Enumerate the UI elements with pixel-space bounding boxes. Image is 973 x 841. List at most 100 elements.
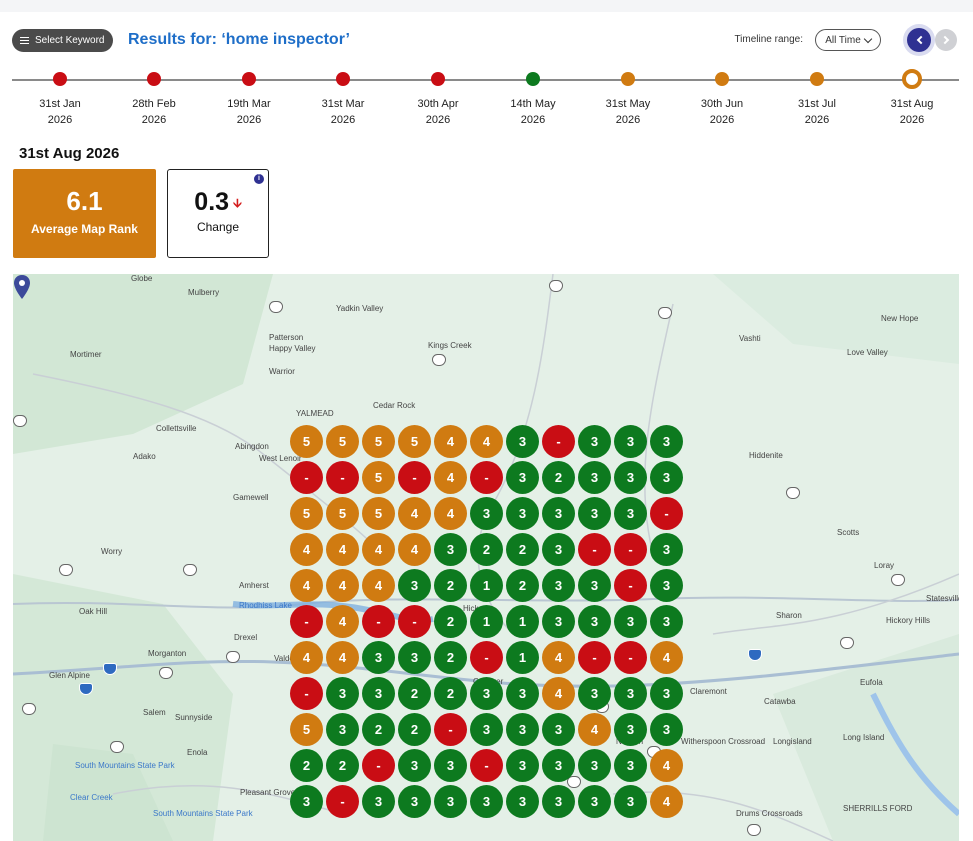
grid-rank-cell[interactable]: 3 bbox=[506, 677, 539, 710]
grid-rank-cell[interactable]: 3 bbox=[578, 569, 611, 602]
grid-rank-cell[interactable]: 5 bbox=[326, 497, 359, 530]
grid-rank-cell[interactable]: 3 bbox=[398, 641, 431, 674]
grid-rank-cell[interactable]: 3 bbox=[362, 785, 395, 818]
grid-rank-cell[interactable]: 3 bbox=[506, 497, 539, 530]
grid-rank-cell[interactable]: 2 bbox=[506, 533, 539, 566]
grid-rank-cell[interactable]: 4 bbox=[434, 461, 467, 494]
grid-rank-cell[interactable]: 4 bbox=[290, 533, 323, 566]
grid-rank-cell[interactable]: - bbox=[470, 641, 503, 674]
grid-rank-cell[interactable]: 4 bbox=[470, 425, 503, 458]
timeline-dot[interactable] bbox=[526, 72, 540, 86]
grid-rank-cell[interactable]: 4 bbox=[650, 785, 683, 818]
grid-rank-cell[interactable]: 4 bbox=[290, 569, 323, 602]
grid-rank-cell[interactable]: 3 bbox=[470, 713, 503, 746]
map-pin-icon[interactable] bbox=[13, 274, 31, 300]
grid-rank-cell[interactable]: 4 bbox=[434, 425, 467, 458]
grid-rank-cell[interactable]: 2 bbox=[470, 533, 503, 566]
grid-rank-cell[interactable]: 3 bbox=[542, 785, 575, 818]
timeline-point[interactable]: 31st Jan 2026 bbox=[20, 71, 100, 128]
grid-rank-cell[interactable]: 3 bbox=[290, 785, 323, 818]
grid-rank-cell[interactable]: 3 bbox=[398, 569, 431, 602]
timeline-dot[interactable] bbox=[336, 72, 350, 86]
grid-rank-cell[interactable]: 3 bbox=[470, 785, 503, 818]
grid-rank-cell[interactable]: - bbox=[578, 533, 611, 566]
grid-rank-cell[interactable]: - bbox=[470, 749, 503, 782]
grid-rank-cell[interactable]: 3 bbox=[506, 425, 539, 458]
grid-rank-cell[interactable]: 4 bbox=[434, 497, 467, 530]
grid-rank-cell[interactable]: 3 bbox=[506, 785, 539, 818]
grid-rank-cell[interactable]: 3 bbox=[578, 749, 611, 782]
grid-rank-cell[interactable]: 4 bbox=[650, 749, 683, 782]
grid-rank-cell[interactable]: 3 bbox=[506, 749, 539, 782]
grid-rank-cell[interactable]: 3 bbox=[506, 461, 539, 494]
grid-rank-cell[interactable]: - bbox=[362, 605, 395, 638]
grid-rank-cell[interactable]: 2 bbox=[326, 749, 359, 782]
grid-rank-cell[interactable]: 3 bbox=[650, 461, 683, 494]
grid-rank-cell[interactable]: 4 bbox=[326, 569, 359, 602]
grid-rank-cell[interactable]: 3 bbox=[578, 497, 611, 530]
grid-rank-cell[interactable]: 3 bbox=[542, 533, 575, 566]
grid-rank-cell[interactable]: - bbox=[290, 605, 323, 638]
grid-rank-cell[interactable]: 5 bbox=[290, 713, 323, 746]
grid-rank-cell[interactable]: 3 bbox=[578, 461, 611, 494]
grid-rank-cell[interactable]: 3 bbox=[542, 605, 575, 638]
grid-rank-cell[interactable]: 3 bbox=[614, 425, 647, 458]
timeline-point[interactable]: 31st Mar 2026 bbox=[303, 71, 383, 128]
grid-rank-cell[interactable]: 4 bbox=[398, 497, 431, 530]
timeline-dot[interactable] bbox=[431, 72, 445, 86]
next-date-button[interactable] bbox=[935, 29, 957, 51]
grid-rank-cell[interactable]: 3 bbox=[614, 461, 647, 494]
grid-rank-cell[interactable]: 3 bbox=[650, 425, 683, 458]
grid-rank-cell[interactable]: 3 bbox=[578, 425, 611, 458]
grid-rank-cell[interactable]: 5 bbox=[290, 425, 323, 458]
grid-rank-cell[interactable]: - bbox=[290, 677, 323, 710]
grid-rank-cell[interactable]: 2 bbox=[290, 749, 323, 782]
grid-rank-cell[interactable]: - bbox=[398, 461, 431, 494]
timeline-dot[interactable] bbox=[902, 69, 922, 89]
grid-rank-cell[interactable]: 3 bbox=[650, 533, 683, 566]
grid-rank-cell[interactable]: - bbox=[290, 461, 323, 494]
grid-rank-cell[interactable]: 5 bbox=[290, 497, 323, 530]
grid-rank-cell[interactable]: 3 bbox=[614, 605, 647, 638]
grid-rank-cell[interactable]: 4 bbox=[362, 569, 395, 602]
grid-rank-cell[interactable]: 3 bbox=[614, 497, 647, 530]
grid-rank-cell[interactable]: - bbox=[650, 497, 683, 530]
previous-date-button[interactable] bbox=[907, 28, 931, 52]
timeline-point[interactable]: 30th Jun 2026 bbox=[682, 71, 762, 128]
timeline-point[interactable]: 31st Jul 2026 bbox=[777, 71, 857, 128]
grid-rank-cell[interactable]: 4 bbox=[326, 641, 359, 674]
grid-rank-cell[interactable]: 3 bbox=[326, 677, 359, 710]
timeline-range-select[interactable]: All Time bbox=[815, 29, 881, 51]
grid-rank-cell[interactable]: 3 bbox=[650, 677, 683, 710]
timeline-point[interactable]: 31st May 2026 bbox=[588, 71, 668, 128]
grid-rank-cell[interactable]: 2 bbox=[434, 605, 467, 638]
grid-rank-cell[interactable]: 5 bbox=[398, 425, 431, 458]
grid-rank-cell[interactable]: - bbox=[470, 461, 503, 494]
grid-rank-cell[interactable]: - bbox=[362, 749, 395, 782]
grid-rank-cell[interactable]: 4 bbox=[326, 605, 359, 638]
timeline-dot[interactable] bbox=[810, 72, 824, 86]
grid-rank-cell[interactable]: 3 bbox=[578, 605, 611, 638]
grid-rank-cell[interactable]: 1 bbox=[470, 569, 503, 602]
grid-rank-cell[interactable]: - bbox=[614, 641, 647, 674]
grid-rank-cell[interactable]: 3 bbox=[578, 785, 611, 818]
grid-rank-cell[interactable]: - bbox=[326, 461, 359, 494]
grid-rank-cell[interactable]: - bbox=[578, 641, 611, 674]
grid-rank-cell[interactable]: - bbox=[614, 569, 647, 602]
timeline-dot[interactable] bbox=[53, 72, 67, 86]
grid-rank-cell[interactable]: 3 bbox=[470, 497, 503, 530]
timeline-point[interactable]: 28th Feb 2026 bbox=[114, 71, 194, 128]
grid-rank-cell[interactable]: 1 bbox=[506, 641, 539, 674]
grid-rank-cell[interactable]: 3 bbox=[614, 713, 647, 746]
select-keyword-button[interactable]: Select Keyword bbox=[12, 29, 114, 52]
grid-rank-cell[interactable]: 3 bbox=[650, 713, 683, 746]
grid-rank-cell[interactable]: 2 bbox=[362, 713, 395, 746]
timeline-dot[interactable] bbox=[715, 72, 729, 86]
grid-rank-cell[interactable]: 4 bbox=[398, 533, 431, 566]
grid-rank-cell[interactable]: 3 bbox=[398, 749, 431, 782]
info-icon[interactable]: i bbox=[254, 174, 264, 184]
grid-rank-cell[interactable]: - bbox=[542, 425, 575, 458]
grid-rank-cell[interactable]: 2 bbox=[398, 713, 431, 746]
grid-rank-cell[interactable]: 5 bbox=[362, 461, 395, 494]
grid-rank-cell[interactable]: 3 bbox=[578, 677, 611, 710]
